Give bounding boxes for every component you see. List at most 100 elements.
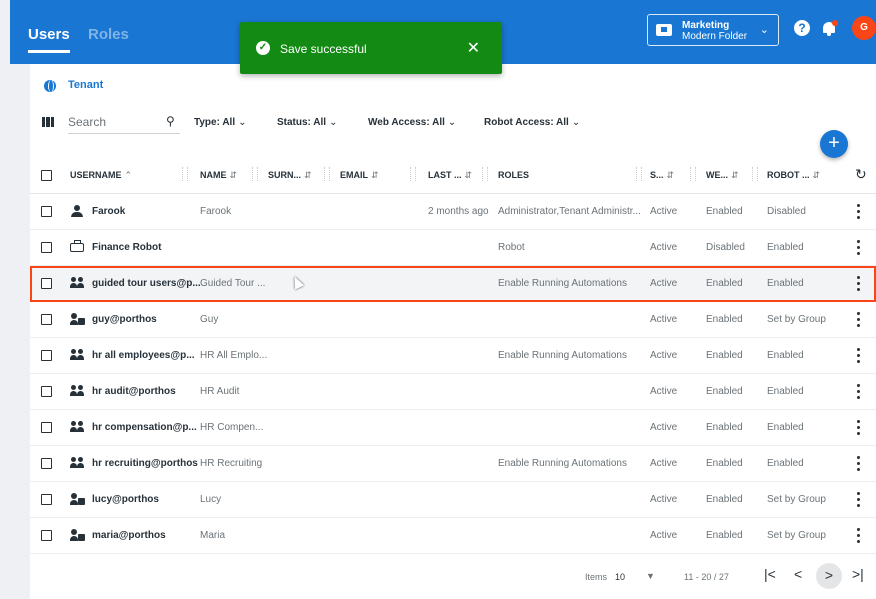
tenant-link[interactable]: Tenant [68, 79, 103, 91]
cell-name: Farook [200, 206, 232, 217]
row-checkbox[interactable] [41, 350, 52, 361]
column-surname[interactable]: SURN... ⇵ [268, 170, 312, 181]
column-email-label: EMAIL [340, 170, 368, 180]
column-resizer[interactable] [324, 167, 330, 181]
column-resizer[interactable] [182, 167, 188, 181]
last-page-icon[interactable]: >| [852, 566, 864, 582]
table-row-selected[interactable]: guided tour users@p... Guided Tour ... E… [30, 266, 876, 302]
columns-icon[interactable] [42, 117, 54, 127]
tab-users[interactable]: Users [28, 26, 70, 53]
directory-user-icon [70, 529, 85, 541]
search-input[interactable]: Search ⚲ [68, 112, 180, 134]
cell-web-access: Enabled [706, 494, 743, 505]
user-icon [70, 205, 84, 217]
caret-down-icon[interactable]: ▼ [646, 571, 655, 581]
close-icon[interactable]: ✕ [467, 38, 480, 58]
help-icon[interactable]: ? [794, 20, 810, 36]
cell-robot-access: Enabled [767, 350, 804, 361]
filter-web-access[interactable]: Web Access: All ⌄ [368, 117, 456, 128]
more-vert-icon[interactable] [857, 312, 861, 328]
column-surname-label: SURN... [268, 170, 302, 180]
column-roles-label: ROLES [498, 170, 530, 180]
cell-status: Active [650, 530, 678, 541]
tab-roles[interactable]: Roles [88, 26, 129, 43]
row-checkbox[interactable] [41, 458, 52, 469]
notification-dot [832, 20, 838, 26]
next-page-icon[interactable]: > [816, 563, 842, 589]
cell-robot-access: Enabled [767, 458, 804, 469]
row-checkbox[interactable] [41, 494, 52, 505]
table-row[interactable]: Finance Robot Robot Active Disabled Enab… [30, 230, 876, 266]
column-name[interactable]: NAME ⇵ [200, 170, 237, 181]
more-vert-icon[interactable] [857, 456, 861, 472]
table-row[interactable]: hr all employees@p... HR All Emplo... En… [30, 338, 876, 374]
sort-asc-icon: ⌃ [124, 170, 133, 180]
search-placeholder: Search [68, 115, 107, 129]
folder-selector[interactable]: Marketing Modern Folder ⌄ [647, 14, 779, 46]
more-vert-icon[interactable] [857, 420, 861, 436]
row-checkbox[interactable] [41, 386, 52, 397]
sort-icon: ⇵ [666, 170, 675, 180]
row-checkbox[interactable] [41, 422, 52, 433]
column-roles[interactable]: ROLES [498, 170, 529, 180]
select-all-checkbox[interactable] [41, 170, 52, 181]
column-resizer[interactable] [636, 167, 642, 181]
items-per-page-select[interactable]: 10 [615, 572, 625, 582]
avatar[interactable]: G [852, 16, 876, 40]
folder-icon [656, 24, 672, 36]
filter-status[interactable]: Status: All ⌄ [277, 117, 337, 128]
filter-robot-access[interactable]: Robot Access: All ⌄ [484, 117, 580, 128]
prev-page-icon[interactable]: < [794, 566, 802, 582]
column-resizer[interactable] [252, 167, 258, 181]
sort-icon: ⇵ [304, 170, 312, 180]
more-vert-icon[interactable] [857, 492, 861, 508]
more-vert-icon[interactable] [857, 240, 861, 256]
column-resizer[interactable] [690, 167, 696, 181]
add-user-button[interactable]: + [820, 130, 848, 158]
table-header: USERNAME ⌃ NAME ⇵ SURN... ⇵ EMAIL ⇵ LAST ...… [30, 156, 876, 194]
column-resizer[interactable] [482, 167, 488, 181]
more-vert-icon[interactable] [857, 204, 861, 220]
row-checkbox[interactable] [41, 314, 52, 325]
table-row[interactable]: maria@porthos Maria Active Enabled Set b… [30, 518, 876, 554]
column-last-login[interactable]: LAST ... ⇵ [428, 170, 472, 181]
notification-bell-icon[interactable] [822, 20, 838, 36]
table-row[interactable]: hr recruiting@porthos HR Recruiting Enab… [30, 446, 876, 482]
group-icon [70, 349, 84, 361]
check-circle-icon: ✓ [256, 41, 270, 55]
filter-type-label: Type: All [194, 117, 236, 128]
cell-robot-access: Set by Group [767, 530, 826, 541]
filter-type[interactable]: Type: All ⌄ [194, 117, 247, 128]
column-robot-access[interactable]: ROBOT ... ⇵ [767, 170, 820, 181]
first-page-icon[interactable]: |< [764, 566, 776, 582]
column-status[interactable]: S... ⇵ [650, 170, 674, 181]
row-checkbox[interactable] [41, 530, 52, 541]
row-checkbox[interactable] [41, 278, 52, 289]
more-vert-icon[interactable] [857, 348, 861, 364]
column-email[interactable]: EMAIL ⇵ [340, 170, 379, 181]
table-row[interactable]: guy@porthos Guy Active Enabled Set by Gr… [30, 302, 876, 338]
cell-name: HR All Emplo... [200, 350, 268, 361]
row-checkbox[interactable] [41, 242, 52, 253]
table-row[interactable]: Farook Farook 2 months ago Administrator… [30, 194, 876, 230]
cell-status: Active [650, 386, 678, 397]
more-vert-icon[interactable] [857, 528, 861, 544]
more-vert-icon[interactable] [857, 384, 861, 400]
column-resizer[interactable] [410, 167, 416, 181]
column-username[interactable]: USERNAME ⌃ [70, 170, 132, 181]
table-row[interactable]: hr audit@porthos HR Audit Active Enabled… [30, 374, 876, 410]
cell-web-access: Enabled [706, 386, 743, 397]
folder-name: Marketing [682, 20, 730, 31]
page-range: 11 - 20 / 27 [684, 572, 729, 582]
table-row[interactable]: lucy@porthos Lucy Active Enabled Set by … [30, 482, 876, 518]
search-icon[interactable]: ⚲ [166, 114, 175, 128]
more-vert-icon[interactable] [857, 276, 861, 292]
column-web-access[interactable]: WE... ⇵ [706, 170, 739, 181]
row-checkbox[interactable] [41, 206, 52, 217]
refresh-icon[interactable]: ↻ [855, 166, 867, 183]
column-resizer[interactable] [752, 167, 758, 181]
cell-roles: Enable Running Automations [498, 350, 627, 361]
filter-status-label: Status: All [277, 117, 327, 128]
table-row[interactable]: hr compensation@p... HR Compen... Active… [30, 410, 876, 446]
cell-name: Maria [200, 530, 226, 541]
